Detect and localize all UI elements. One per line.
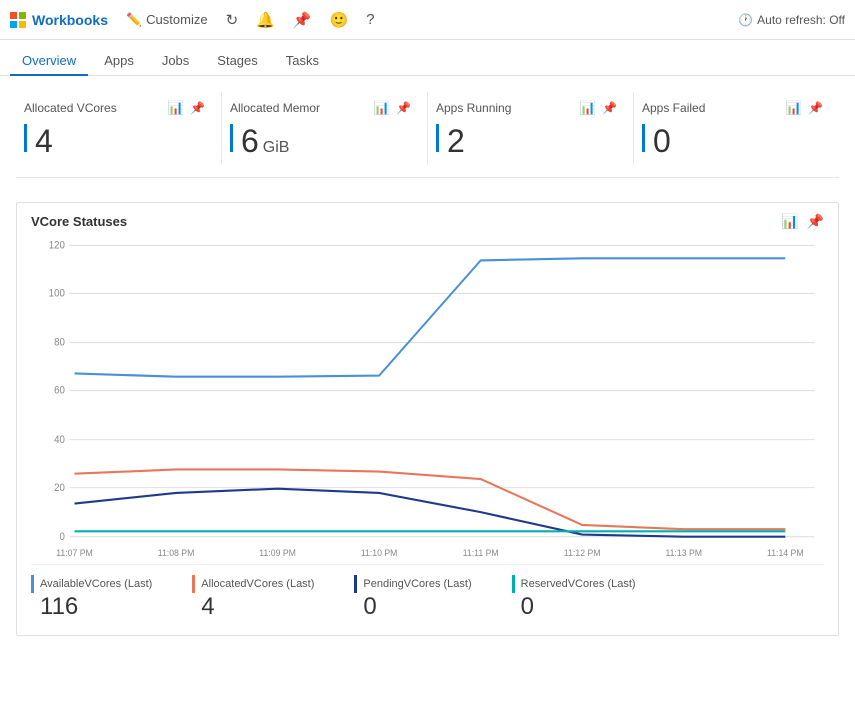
svg-text:120: 120 [49, 240, 65, 252]
legend-color-pending [354, 575, 357, 593]
kpi-number-vcores: 4 [35, 125, 53, 157]
kpi-bar-memory [230, 124, 233, 152]
topbar: Workbooks ✏️ Customize ↻ 🔔 📌 🙂 ? 🕐 Auto … [0, 0, 855, 40]
legend-label-available: AvailableVCores (Last) [31, 575, 152, 593]
chart-title: VCore Statuses [31, 214, 781, 229]
kpi-apps-running: Apps Running 📊 📌 2 [428, 92, 634, 165]
legend-color-allocated [192, 575, 195, 593]
legend-value-available: 116 [31, 595, 152, 619]
svg-text:20: 20 [54, 482, 65, 494]
workbooks-label[interactable]: Workbooks [32, 12, 108, 28]
pencil-icon: ✏️ [126, 12, 142, 28]
emoji-icon[interactable]: 🙂 [330, 11, 349, 29]
chart-expand-icon[interactable]: 📊 [781, 213, 798, 230]
kpi-chart-icon-vcores[interactable]: 📊 [168, 100, 184, 116]
tab-apps[interactable]: Apps [92, 47, 146, 76]
legend-value-reserved: 0 [512, 595, 636, 619]
clock-icon: 🕐 [738, 13, 753, 27]
svg-text:80: 80 [54, 337, 65, 349]
legend-value-pending: 0 [354, 595, 471, 619]
svg-text:60: 60 [54, 385, 65, 397]
kpi-bar-running [436, 124, 439, 152]
kpi-value-memory: 6 GiB [230, 124, 411, 157]
svg-text:11:13 PM: 11:13 PM [665, 547, 702, 557]
svg-text:11:11 PM: 11:11 PM [463, 547, 499, 557]
kpi-title-failed: Apps Failed [642, 101, 780, 115]
svg-text:11:07 PM: 11:07 PM [56, 547, 93, 557]
help-icon[interactable]: ? [366, 11, 374, 28]
kpi-title-vcores: Allocated VCores [24, 101, 162, 115]
chart-area: 0 20 40 60 80 100 120 11:07 PM 11:08 PM … [31, 238, 824, 558]
legend-value-allocated: 4 [192, 595, 314, 619]
tab-overview[interactable]: Overview [10, 47, 88, 76]
svg-text:11:08 PM: 11:08 PM [158, 547, 195, 557]
kpi-allocated-vcores: Allocated VCores 📊 📌 4 [16, 92, 222, 165]
legend-label-allocated: AllocatedVCores (Last) [192, 575, 314, 593]
auto-refresh-label: Auto refresh: Off [757, 13, 845, 27]
customize-button[interactable]: ✏️ Customize [126, 12, 208, 28]
legend-label-pending: PendingVCores (Last) [354, 575, 471, 593]
svg-text:100: 100 [49, 288, 65, 300]
svg-text:11:12 PM: 11:12 PM [564, 547, 601, 557]
legend-reserved-vcores: ReservedVCores (Last) 0 [512, 575, 636, 619]
kpi-value-running: 2 [436, 124, 617, 157]
vcore-statuses-chart: VCore Statuses 📊 📌 0 [16, 202, 839, 636]
tab-tasks[interactable]: Tasks [274, 47, 331, 76]
kpi-number-running: 2 [447, 125, 465, 157]
logo[interactable]: Workbooks [10, 12, 108, 28]
legend-text-allocated: AllocatedVCores (Last) [201, 578, 314, 590]
legend-color-reserved [512, 575, 515, 593]
legend-text-available: AvailableVCores (Last) [40, 578, 152, 590]
chart-actions: 📊 📌 [781, 213, 824, 230]
svg-text:11:09 PM: 11:09 PM [259, 547, 296, 557]
tab-jobs[interactable]: Jobs [150, 47, 201, 76]
kpi-value-vcores: 4 [24, 124, 205, 157]
kpi-title-memory: Allocated Memor [230, 101, 368, 115]
kpi-bar-vcores [24, 124, 27, 152]
auto-refresh-button[interactable]: 🕐 Auto refresh: Off [738, 13, 845, 27]
svg-text:0: 0 [59, 531, 65, 543]
chart-pin-icon[interactable]: 📌 [807, 213, 824, 230]
bell-icon[interactable]: 🔔 [256, 11, 275, 29]
svg-text:40: 40 [54, 434, 65, 446]
legend-allocated-vcores: AllocatedVCores (Last) 4 [192, 575, 314, 619]
legend-available-vcores: AvailableVCores (Last) 116 [31, 575, 152, 619]
tab-stages[interactable]: Stages [205, 47, 269, 76]
kpi-chart-icon-failed[interactable]: 📊 [786, 100, 802, 116]
legend-text-reserved: ReservedVCores (Last) [521, 578, 636, 590]
kpi-pin-memory[interactable]: 📌 [396, 101, 411, 115]
kpi-pin-running[interactable]: 📌 [602, 101, 617, 115]
kpi-apps-failed: Apps Failed 📊 📌 0 [634, 92, 839, 165]
kpi-unit-memory: GiB [263, 139, 290, 157]
svg-text:11:14 PM: 11:14 PM [767, 547, 804, 557]
legend-color-available [31, 575, 34, 593]
chart-header: VCore Statuses 📊 📌 [31, 213, 824, 230]
kpi-row: Allocated VCores 📊 📌 4 Allocated Memor 📊… [16, 92, 839, 178]
legend-pending-vcores: PendingVCores (Last) 0 [354, 575, 471, 619]
kpi-chart-icon-memory[interactable]: 📊 [374, 100, 390, 116]
kpi-bar-failed [642, 124, 645, 152]
navtabs: Overview Apps Jobs Stages Tasks [0, 40, 855, 76]
svg-text:11:10 PM: 11:10 PM [361, 547, 398, 557]
kpi-number-memory: 6 [241, 125, 259, 157]
chart-legend: AvailableVCores (Last) 116 AllocatedVCor… [31, 564, 824, 625]
legend-text-pending: PendingVCores (Last) [363, 578, 471, 590]
legend-label-reserved: ReservedVCores (Last) [512, 575, 636, 593]
kpi-number-failed: 0 [653, 125, 671, 157]
kpi-allocated-memory: Allocated Memor 📊 📌 6 GiB [222, 92, 428, 165]
refresh-icon[interactable]: ↻ [226, 11, 239, 29]
kpi-pin-failed[interactable]: 📌 [808, 101, 823, 115]
customize-label: Customize [146, 12, 207, 27]
kpi-value-failed: 0 [642, 124, 823, 157]
kpi-title-running: Apps Running [436, 101, 574, 115]
pin-icon[interactable]: 📌 [293, 11, 312, 29]
main-content: Allocated VCores 📊 📌 4 Allocated Memor 📊… [0, 76, 855, 636]
chart-svg: 0 20 40 60 80 100 120 11:07 PM 11:08 PM … [31, 238, 824, 558]
kpi-pin-vcores[interactable]: 📌 [190, 101, 205, 115]
kpi-chart-icon-running[interactable]: 📊 [580, 100, 596, 116]
